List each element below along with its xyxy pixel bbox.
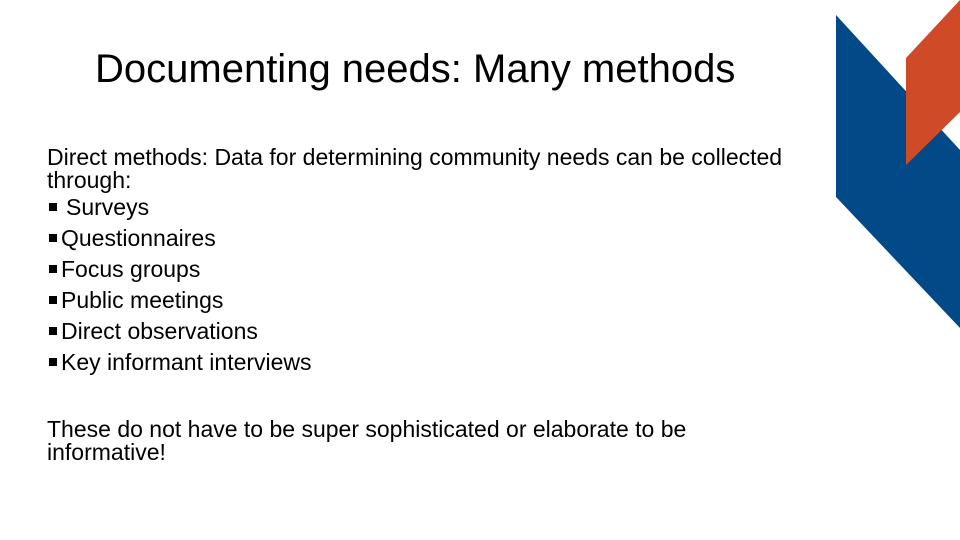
square-bullet-icon — [49, 233, 57, 242]
slide-body: Direct methods: Data for determining com… — [47, 146, 807, 464]
square-bullet-icon — [49, 295, 57, 304]
blue-chevron-shape — [836, 15, 960, 328]
intro-text: Direct methods: Data for determining com… — [47, 144, 783, 193]
orange-chevron-shape — [906, 0, 960, 165]
list-item: Focus groups — [47, 254, 807, 285]
methods-list: Surveys Questionnaires Focus groups Publ… — [47, 192, 807, 378]
list-item-label: Questionnaires — [61, 225, 216, 251]
list-item-label: Key informant interviews — [61, 349, 312, 375]
list-item: Public meetings — [47, 285, 807, 316]
list-item: Questionnaires — [47, 223, 807, 254]
square-bullet-icon — [49, 264, 57, 273]
slide-title: Documenting needs: Many methods — [95, 47, 736, 91]
square-bullet-icon — [49, 202, 57, 211]
square-bullet-icon — [49, 357, 57, 366]
list-item-label: Public meetings — [61, 287, 224, 313]
list-item-label: Direct observations — [61, 318, 258, 344]
list-item: Key informant interviews — [47, 347, 807, 378]
list-item: Direct observations — [47, 316, 807, 347]
list-item-label: Surveys — [66, 194, 150, 220]
list-item-label: Focus groups — [61, 256, 201, 282]
closing-note: These do not have to be super sophistica… — [47, 416, 687, 465]
square-bullet-icon — [49, 326, 57, 335]
list-item: Surveys — [47, 192, 807, 223]
